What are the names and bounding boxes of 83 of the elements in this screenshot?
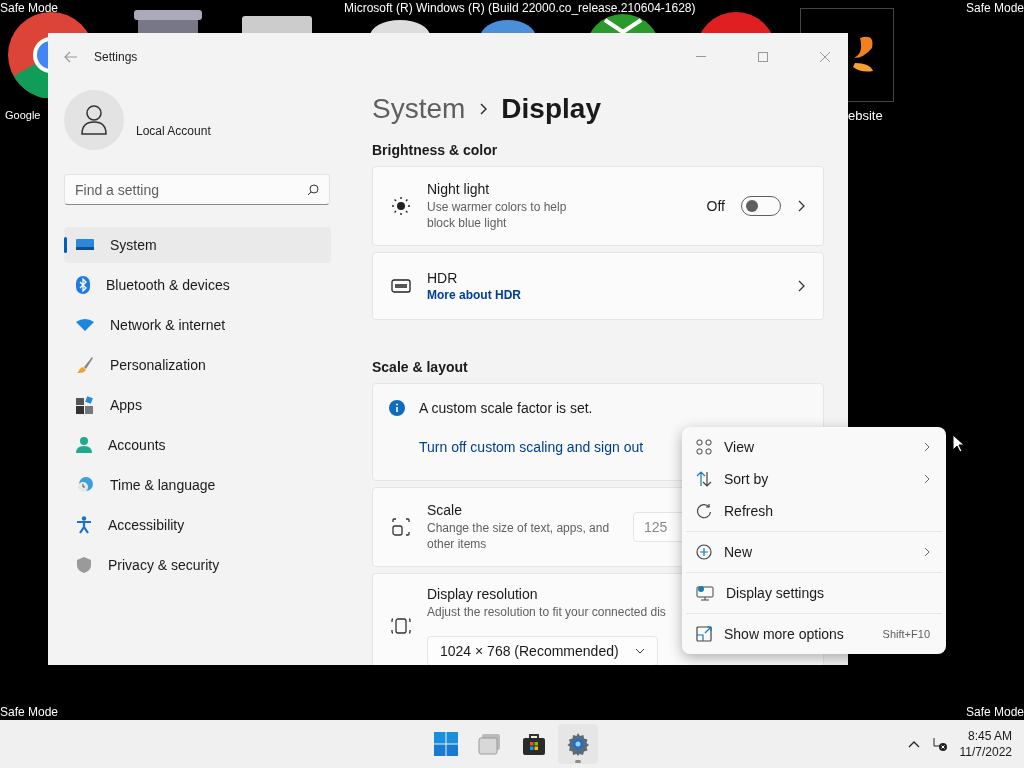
store-icon bbox=[522, 732, 546, 756]
accessibility-icon bbox=[76, 516, 92, 534]
chevron-right-icon bbox=[797, 280, 805, 292]
night-light-card[interactable]: Night light Use warmer colors to help block blue light Off bbox=[372, 166, 824, 246]
nav-item[interactable]: Bluetooth & devices bbox=[64, 267, 331, 303]
nav-item[interactable]: Time & language bbox=[64, 467, 331, 503]
setting-title: Scale bbox=[427, 502, 463, 518]
menu-item[interactable]: Sort by bbox=[686, 463, 942, 495]
folder-icon bbox=[242, 16, 312, 36]
sign-out-link[interactable]: Turn off custom scaling and sign out bbox=[419, 439, 644, 455]
setting-title: HDR bbox=[427, 270, 458, 286]
resolution-icon bbox=[391, 617, 411, 635]
hdr-icon bbox=[391, 279, 411, 293]
refresh-icon bbox=[696, 503, 712, 519]
hdr-card[interactable]: HDR More about HDR bbox=[372, 252, 824, 320]
menu-item[interactable]: View bbox=[686, 431, 942, 463]
nav-item[interactable]: Privacy & security bbox=[64, 547, 331, 583]
maximize-icon[interactable] bbox=[758, 52, 768, 62]
desktop-icon-label: ebsite bbox=[848, 108, 883, 123]
monitor-icon bbox=[76, 238, 94, 252]
safe-mode-label: Safe Mode bbox=[965, 705, 1024, 719]
shortcut-label: Shift+F10 bbox=[882, 628, 930, 640]
safe-mode-label: Safe Mode bbox=[0, 705, 59, 719]
nav-item[interactable]: Accounts bbox=[64, 427, 331, 463]
toggle-state-label: Off bbox=[706, 198, 725, 214]
apps-icon bbox=[76, 396, 94, 414]
menu-item[interactable]: New bbox=[686, 536, 942, 568]
nav-item[interactable]: Personalization bbox=[64, 347, 331, 383]
gear-icon bbox=[566, 732, 590, 756]
safe-mode-label: Safe Mode bbox=[0, 1, 59, 15]
scale-icon bbox=[391, 517, 411, 537]
bluetooth-icon bbox=[76, 276, 90, 294]
setting-description: Adjust the resolution to fit your connected dis bbox=[427, 604, 666, 620]
sort-icon bbox=[696, 471, 712, 487]
section-heading: Scale & layout bbox=[372, 359, 469, 375]
wifi-icon bbox=[76, 319, 94, 331]
grid-icon bbox=[696, 439, 712, 455]
network-disconnected-icon[interactable] bbox=[931, 736, 948, 752]
safe-mode-label: Safe Mode bbox=[965, 1, 1024, 15]
brush-icon bbox=[76, 356, 94, 374]
windows-logo bbox=[434, 732, 458, 756]
back-arrow-icon[interactable] bbox=[64, 51, 78, 63]
section-heading: Brightness & color bbox=[372, 142, 499, 158]
nav-item[interactable]: System bbox=[64, 227, 331, 263]
chevron-right-icon bbox=[797, 200, 805, 212]
window-title: Settings bbox=[94, 50, 139, 64]
nav-item[interactable]: Apps bbox=[64, 387, 331, 423]
breadcrumb-item: Display bbox=[501, 93, 601, 125]
search-field[interactable]: Find a setting bbox=[64, 174, 330, 205]
expand-icon bbox=[696, 626, 712, 642]
minimize-icon[interactable] bbox=[696, 56, 706, 58]
globe-clock-icon bbox=[76, 476, 94, 494]
setting-description: Use warmer colors to help block blue light bbox=[427, 199, 568, 231]
selection-indicator bbox=[64, 237, 67, 253]
menu-item[interactable]: Show more options Shift+F10 bbox=[686, 618, 942, 650]
setting-description: Change the size of text, apps, and other items bbox=[427, 520, 611, 552]
build-text: Microsoft (R) Windows (R) (Build 22000.co_release.210604-1628) bbox=[344, 1, 696, 15]
resolution-dropdown[interactable]: 1024 × 768 (Recommended) bbox=[427, 636, 658, 665]
setting-title: Night light bbox=[427, 181, 490, 197]
chevron-up-icon[interactable] bbox=[907, 740, 920, 748]
breadcrumb-item: System bbox=[372, 93, 466, 125]
close-icon[interactable] bbox=[820, 52, 830, 62]
info-icon bbox=[389, 400, 405, 416]
shield-icon bbox=[76, 556, 92, 574]
mouse-cursor-icon bbox=[952, 434, 964, 453]
search-icon bbox=[307, 184, 319, 196]
display-settings-icon bbox=[696, 585, 714, 601]
info-message: A custom scale factor is set. bbox=[419, 400, 593, 416]
nav-item[interactable]: Accessibility bbox=[64, 507, 331, 543]
more-about-link[interactable]: More about HDR bbox=[427, 288, 781, 302]
account-name: Local Account bbox=[136, 124, 211, 138]
menu-item[interactable]: Display settings bbox=[686, 577, 942, 609]
clock[interactable]: 8:45 AM 11/7/2022 bbox=[959, 728, 1012, 760]
nav-item[interactable]: Network & internet bbox=[64, 307, 331, 343]
caret-icon bbox=[634, 648, 645, 654]
brightness-icon bbox=[391, 196, 411, 216]
folder-icon bbox=[478, 733, 502, 755]
person-icon bbox=[76, 436, 92, 454]
breadcrumb-chevron-icon bbox=[479, 103, 488, 115]
menu-item[interactable]: Refresh bbox=[686, 495, 942, 527]
setting-title: Display resolution bbox=[427, 586, 538, 602]
desktop-icon-label: Google bbox=[5, 109, 41, 121]
add-icon bbox=[696, 544, 712, 560]
